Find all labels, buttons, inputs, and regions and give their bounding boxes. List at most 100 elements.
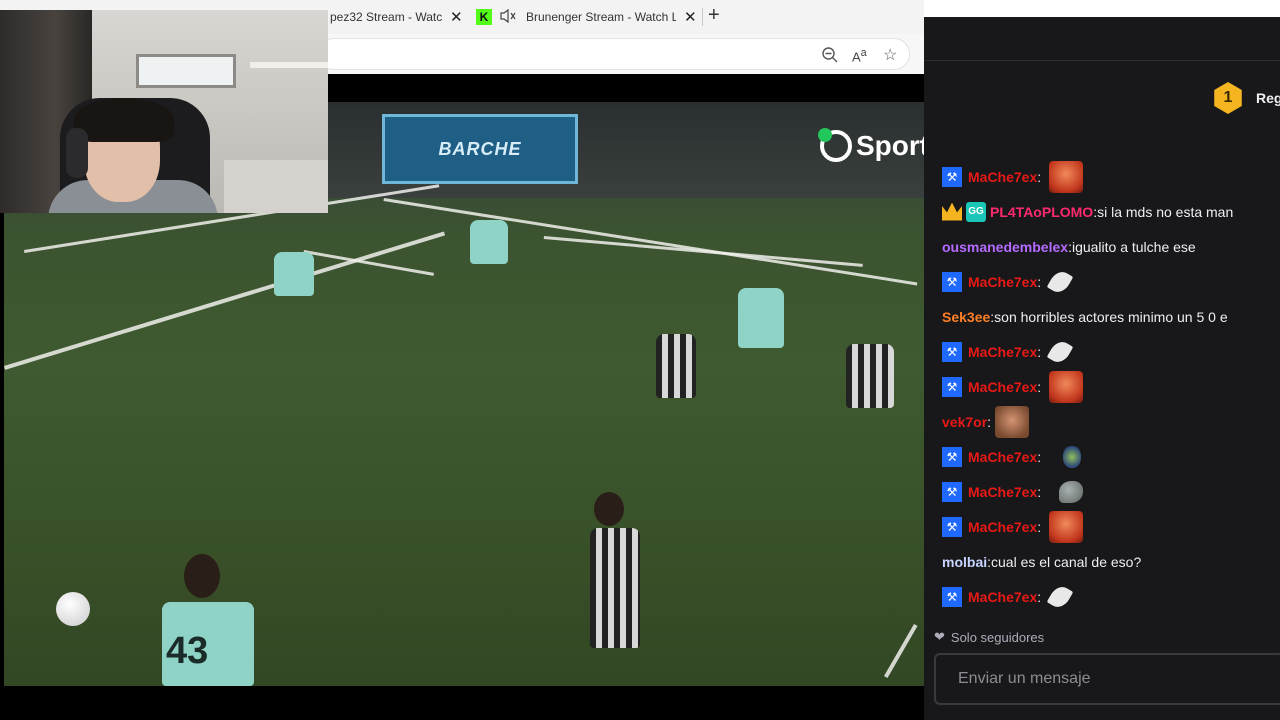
chat-panel: 1 Reg ⚒ MaChe7ex: GG PL4TAoPLOMO: si la md… bbox=[924, 17, 1280, 720]
face-emote-icon[interactable] bbox=[1049, 160, 1084, 193]
man-emote-icon[interactable] bbox=[995, 405, 1030, 438]
gg-badge-icon: GG bbox=[966, 201, 986, 222]
leaderboard-rank[interactable]: 1 Reg bbox=[1212, 82, 1280, 114]
chat-text: cual es el canal de eso? bbox=[991, 553, 1142, 570]
chat-username[interactable]: MaChe7ex bbox=[968, 484, 1037, 500]
feather-emote-icon[interactable] bbox=[1046, 267, 1074, 296]
tab-stream-2[interactable]: K Brunenger Stream - Watch L ✕ bbox=[476, 5, 700, 29]
chat-message: ⚒ MaChe7ex: bbox=[942, 334, 1280, 369]
chat-colon: : bbox=[1037, 378, 1042, 395]
read-aloud-icon[interactable]: Aa bbox=[852, 47, 867, 64]
chat-colon: : bbox=[1037, 273, 1042, 290]
webcam-bed bbox=[224, 160, 328, 213]
chat-message: Sek3ee: son horribles actores minimo un … bbox=[942, 299, 1280, 334]
chat-username[interactable]: MaChe7ex bbox=[968, 449, 1037, 465]
webcam-window bbox=[136, 54, 236, 88]
chat-colon: : bbox=[1037, 483, 1042, 500]
chat-text: si la mds no esta man bbox=[1097, 203, 1234, 220]
new-tab-button[interactable]: + bbox=[708, 4, 720, 27]
feather-emote-icon[interactable] bbox=[1046, 337, 1074, 366]
screen: pez32 Stream - Watch ✕ K Brunenger Strea… bbox=[0, 0, 1280, 720]
webcam-shelf bbox=[250, 62, 328, 68]
chat-colon: : bbox=[1037, 448, 1042, 465]
moderator-badge-icon: ⚒ bbox=[942, 446, 962, 467]
zoom-out-icon[interactable] bbox=[821, 46, 839, 69]
player bbox=[590, 528, 640, 648]
moderator-badge-icon: ⚒ bbox=[942, 376, 962, 397]
webcam-headset bbox=[66, 128, 88, 178]
feather-emote-icon[interactable] bbox=[1046, 582, 1074, 611]
chat-text: son horribles actores minimo un 5 0 e bbox=[994, 308, 1228, 325]
face-emote-icon[interactable] bbox=[1049, 370, 1084, 403]
bug-emote-icon[interactable] bbox=[1063, 445, 1082, 468]
player-head bbox=[594, 492, 624, 526]
chat-colon: : bbox=[1037, 518, 1042, 535]
player bbox=[846, 344, 894, 408]
bird-emote-icon[interactable] bbox=[1059, 480, 1084, 503]
chat-colon: : bbox=[1037, 588, 1042, 605]
chat-message: molbai: cual es el canal de eso? bbox=[942, 544, 1280, 579]
followers-only-label: Solo seguidores bbox=[950, 629, 1045, 645]
rank-badge-icon: 1 bbox=[1214, 82, 1242, 114]
chat-colon: : bbox=[987, 413, 992, 430]
chat-message: ⚒ MaChe7ex: bbox=[942, 439, 1280, 474]
chat-message: ⚒ MaChe7ex: bbox=[942, 159, 1280, 194]
chat-input-box[interactable] bbox=[934, 653, 1280, 705]
football bbox=[56, 592, 90, 626]
broadcast-logo: Sport bbox=[818, 128, 924, 162]
chat-message-input[interactable] bbox=[936, 655, 1280, 703]
chat-username[interactable]: MaChe7ex bbox=[968, 519, 1037, 535]
moderator-badge-icon: ⚒ bbox=[942, 516, 962, 537]
crown-badge-icon bbox=[942, 202, 962, 221]
followers-only-notice: ❤ Solo seguidores bbox=[934, 629, 1044, 645]
chat-colon: : bbox=[1037, 168, 1042, 185]
chat-message: ⚒ MaChe7ex: bbox=[942, 264, 1280, 299]
chat-header bbox=[924, 17, 1280, 61]
chat-username[interactable]: PL4TAoPLOMO bbox=[990, 204, 1093, 220]
rank-label: Reg bbox=[1256, 90, 1280, 106]
heart-icon: ❤ bbox=[934, 629, 945, 644]
tab-label: Brunenger Stream - Watch L bbox=[526, 10, 676, 24]
tab-stream-1[interactable]: pez32 Stream - Watch ✕ bbox=[330, 5, 468, 29]
chat-messages: ⚒ MaChe7ex: GG PL4TAoPLOMO: si la mds no e… bbox=[942, 159, 1280, 614]
chat-message: ousmanedembelex: igualito a tulche ese bbox=[942, 229, 1280, 264]
chat-username[interactable]: molbai bbox=[942, 554, 987, 570]
favorite-star-icon[interactable]: ☆ bbox=[883, 45, 897, 65]
moderator-badge-icon: ⚒ bbox=[942, 481, 962, 502]
player bbox=[470, 220, 508, 264]
moderator-badge-icon: ⚒ bbox=[942, 166, 962, 187]
chat-colon: : bbox=[1037, 343, 1042, 360]
chat-message: ⚒ MaChe7ex: bbox=[942, 579, 1280, 614]
chat-message: ⚒ MaChe7ex: bbox=[942, 509, 1280, 544]
chat-message: ⚒ MaChe7ex: bbox=[942, 474, 1280, 509]
jersey-number: 43 bbox=[166, 630, 209, 672]
player bbox=[738, 288, 784, 348]
moderator-badge-icon: ⚒ bbox=[942, 341, 962, 362]
player bbox=[274, 252, 314, 296]
chat-username[interactable]: MaChe7ex bbox=[968, 589, 1037, 605]
team-banner: BARCHE bbox=[382, 114, 578, 184]
chat-username[interactable]: MaChe7ex bbox=[968, 344, 1037, 360]
logo-text: Sport bbox=[856, 130, 924, 161]
pitch-line bbox=[383, 198, 918, 286]
player-head bbox=[184, 554, 220, 598]
chat-username[interactable]: MaChe7ex bbox=[968, 379, 1037, 395]
player bbox=[656, 334, 696, 398]
address-bar[interactable]: Aa ☆ bbox=[318, 38, 910, 70]
chat-username[interactable]: MaChe7ex bbox=[968, 274, 1037, 290]
chat-text: igualito a tulche ese bbox=[1071, 238, 1196, 255]
muted-speaker-icon[interactable] bbox=[500, 8, 516, 26]
face-emote-icon[interactable] bbox=[1049, 510, 1084, 543]
chat-username[interactable]: ousmanedembelex bbox=[942, 239, 1068, 255]
close-tab-icon[interactable]: ✕ bbox=[684, 8, 697, 26]
moderator-badge-icon: ⚒ bbox=[942, 271, 962, 292]
chat-username[interactable]: Sek3ee bbox=[942, 309, 990, 325]
chat-username[interactable]: MaChe7ex bbox=[968, 169, 1037, 185]
chat-message: ⚒ MaChe7ex: bbox=[942, 369, 1280, 404]
logo-ring-icon bbox=[818, 128, 852, 162]
webcam-overlay bbox=[0, 10, 328, 213]
pitch-line bbox=[884, 624, 918, 678]
close-tab-icon[interactable]: ✕ bbox=[450, 8, 463, 26]
chat-username[interactable]: vek7or bbox=[942, 414, 987, 430]
pitch-line bbox=[4, 231, 446, 370]
